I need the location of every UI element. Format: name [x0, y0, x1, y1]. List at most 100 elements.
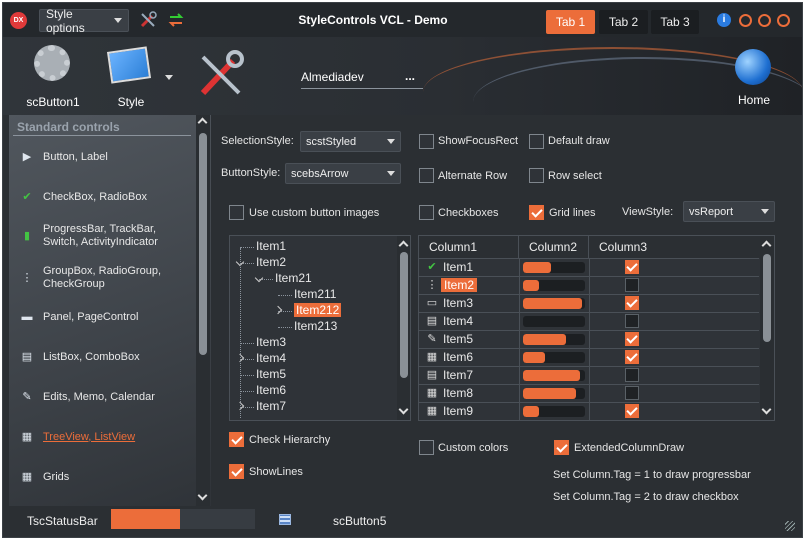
chevron-up-icon[interactable]	[398, 240, 409, 251]
row-checkbox[interactable]	[625, 278, 639, 292]
status-progressbar	[111, 509, 255, 529]
tree-line	[240, 343, 254, 344]
sidebar: Standard controls ▶ Button, Label ✔ CheckBo…	[9, 115, 211, 506]
home-button[interactable]: Home	[729, 47, 779, 111]
view-style-select[interactable]: vsReport	[683, 201, 775, 222]
scroll-thumb[interactable]	[400, 252, 408, 378]
scbutton1[interactable]: scButton1	[21, 41, 81, 111]
info-icon[interactable]: i	[717, 13, 731, 27]
tree-node[interactable]: Item6	[256, 383, 286, 397]
button-style-label: ButtonStyle:	[221, 167, 281, 179]
alternate-row-checkbox[interactable]	[419, 168, 434, 183]
row-checkbox[interactable]	[625, 332, 639, 346]
almediadev-edit[interactable]: Almediadev ...	[301, 69, 423, 89]
tree-node[interactable]: Item212	[294, 303, 342, 317]
grid-lines-checkbox[interactable]	[529, 205, 544, 220]
tree-line	[240, 247, 254, 248]
tree-scrollbar[interactable]	[397, 236, 410, 420]
chevron-up-icon[interactable]	[197, 117, 208, 128]
style-options-dropdown[interactable]: Style options	[39, 7, 129, 35]
checkboxes-checkbox[interactable]	[419, 205, 434, 220]
sidebar-item[interactable]: ▶ Button, Label	[19, 149, 194, 165]
row-progress-fill	[523, 262, 551, 273]
style-label: Style	[117, 95, 145, 109]
custom-colors-checkbox[interactable]	[419, 440, 434, 455]
maximize-button[interactable]	[758, 14, 771, 27]
sidebar-item[interactable]: ▦ TreeView, ListView	[19, 429, 194, 445]
grid-icon: ▦	[426, 387, 438, 399]
chevron-down-icon[interactable]	[254, 273, 264, 283]
use-custom-button-images-checkbox[interactable]	[229, 205, 244, 220]
tree-node[interactable]: Item2	[256, 255, 286, 269]
sidebar-item[interactable]: ▤ ListBox, ComboBox	[19, 349, 194, 365]
chevron-right-icon[interactable]	[273, 305, 283, 315]
row-checkbox[interactable]	[625, 260, 639, 274]
sidebar-header: Standard controls	[17, 120, 120, 134]
sidebar-item[interactable]: ✔ CheckBox, RadioBox	[19, 189, 194, 205]
row-label: Item3	[443, 296, 474, 310]
tree-node[interactable]: Item5	[256, 367, 286, 381]
chevron-down-icon[interactable]	[761, 404, 772, 415]
selection-style-select[interactable]: scstStyled	[300, 131, 401, 152]
chevron-down-icon[interactable]	[398, 404, 409, 415]
sidebar-item[interactable]: ▮ ProgressBar, TrackBar, Switch, Activity…	[19, 223, 194, 249]
extended-column-draw-checkbox[interactable]	[554, 440, 569, 455]
tree-node[interactable]: Item21	[275, 271, 312, 285]
column-divider	[589, 258, 590, 420]
tab-3[interactable]: Tab 3	[651, 10, 699, 34]
tab-1[interactable]: Tab 1	[546, 10, 595, 34]
table-icon[interactable]	[279, 514, 291, 525]
row-checkbox[interactable]	[625, 404, 639, 418]
column-header-2[interactable]: Column2	[519, 236, 589, 258]
list-view[interactable]: Column1 Column2 Column3 ✔ Item1 ⋮ Item2 ▭ Ite…	[418, 235, 775, 421]
chevron-down-icon	[165, 75, 173, 80]
tools-icon[interactable]	[195, 49, 245, 99]
scroll-thumb[interactable]	[199, 133, 207, 355]
resize-grip-icon[interactable]	[785, 521, 795, 531]
app-logo[interactable]: DX	[10, 12, 27, 29]
sidebar-item[interactable]: ⋮ GroupBox, RadioGroup, CheckGroup	[19, 265, 194, 291]
row-checkbox[interactable]	[625, 386, 639, 400]
chevron-down-icon	[761, 209, 769, 214]
tree-node[interactable]: Item3	[256, 335, 286, 349]
swap-icon[interactable]	[167, 11, 185, 29]
check-icon: ✔	[22, 190, 32, 203]
column-header-1[interactable]: Column1	[419, 236, 519, 258]
sidebar-item[interactable]: ▬ Panel, PageControl	[19, 309, 194, 325]
column-header-3[interactable]: Column3	[589, 236, 760, 258]
row-checkbox[interactable]	[625, 350, 639, 364]
tree-node[interactable]: Item4	[256, 351, 286, 365]
tree-node[interactable]: Item7	[256, 399, 286, 413]
window-title: StyleControls VCL - Demo	[298, 13, 448, 27]
tree-view[interactable]: Item1 Item2 Item21 Item211 Item212 Item213 Ite…	[229, 235, 411, 421]
sidebar-item[interactable]: ▦ Grids	[19, 469, 194, 485]
scroll-thumb[interactable]	[763, 254, 771, 342]
check-hierarchy-checkbox[interactable]	[229, 432, 244, 447]
ellipsis-button[interactable]: ...	[405, 69, 415, 83]
tree-line	[278, 327, 292, 328]
tree-node[interactable]: Item213	[294, 319, 337, 333]
row-progress-fill	[523, 352, 545, 363]
tab-2[interactable]: Tab 2	[599, 10, 648, 34]
tools-icon[interactable]	[139, 11, 157, 29]
sidebar-scrollbar[interactable]	[196, 115, 210, 506]
default-draw-checkbox[interactable]	[529, 134, 544, 149]
row-select-checkbox[interactable]	[529, 168, 544, 183]
tree-node[interactable]: Item211	[294, 287, 336, 301]
tree-node[interactable]: Item1	[256, 239, 286, 253]
style-button[interactable]: Style	[103, 41, 177, 111]
row-checkbox[interactable]	[625, 296, 639, 310]
chevron-down-icon[interactable]	[197, 490, 208, 501]
row-checkbox[interactable]	[625, 368, 639, 382]
close-button[interactable]	[777, 14, 790, 27]
scbutton5[interactable]: scButton5	[333, 514, 386, 528]
show-focus-rect-checkbox[interactable]	[419, 134, 434, 149]
grid-scrollbar[interactable]	[760, 236, 774, 420]
show-lines-checkbox[interactable]	[229, 464, 244, 479]
minimize-button[interactable]	[739, 14, 752, 27]
chevron-up-icon[interactable]	[761, 240, 772, 251]
row-checkbox[interactable]	[625, 314, 639, 328]
button-style-select[interactable]: scebsArrow	[285, 163, 401, 184]
extended-column-draw-label: ExtendedColumnDraw	[574, 442, 685, 454]
sidebar-item[interactable]: ✎ Edits, Memo, Calendar	[19, 389, 194, 405]
